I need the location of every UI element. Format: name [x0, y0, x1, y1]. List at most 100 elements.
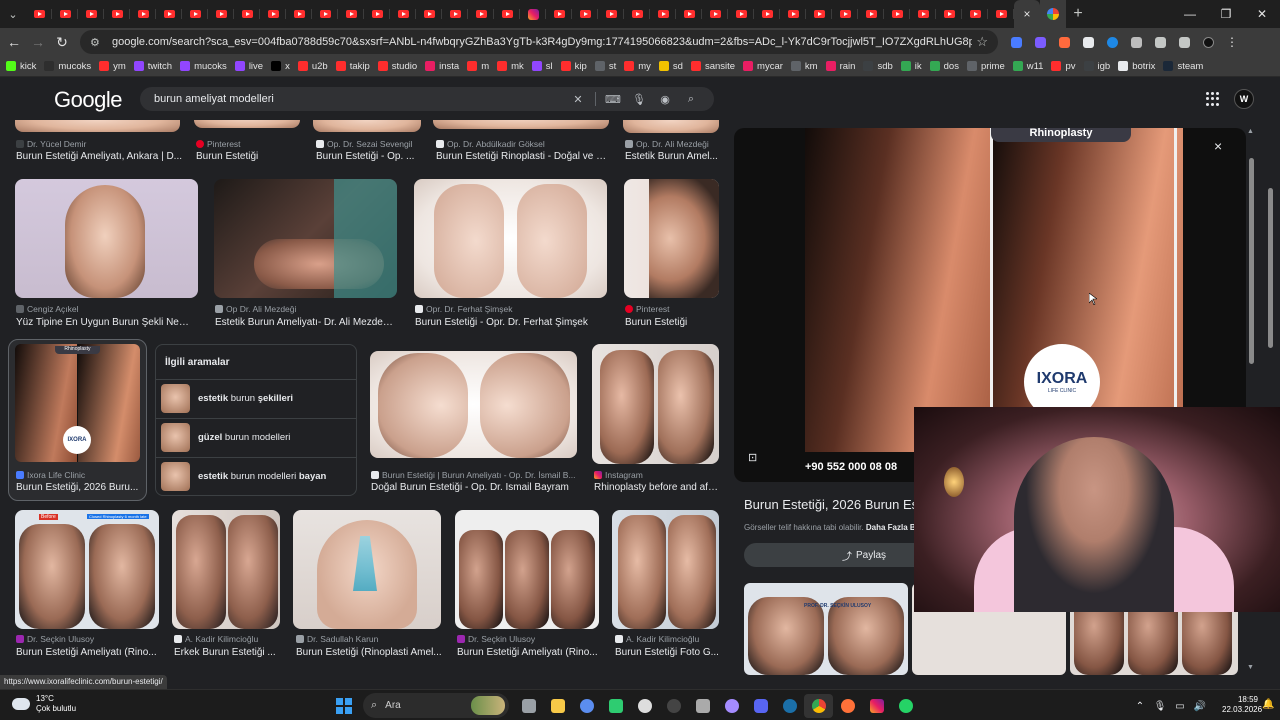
bookmark-item[interactable]: insta: [425, 61, 459, 72]
settings-icon[interactable]: [572, 694, 601, 718]
tab-youtube[interactable]: [884, 0, 910, 28]
related-item[interactable]: estetik burun modelleri bayan: [156, 457, 356, 495]
result-title[interactable]: Erkek Burun Estetiği ...: [174, 647, 282, 658]
image-thumbnail[interactable]: [15, 120, 180, 132]
bookmark-item[interactable]: prime: [966, 61, 1005, 72]
extension-icon[interactable]: [1124, 28, 1148, 56]
tab-youtube[interactable]: [910, 0, 936, 28]
tab-youtube[interactable]: [312, 0, 338, 28]
url-text[interactable]: google.com/search?sca_esv=004fba0788d59c…: [112, 36, 972, 48]
tab-youtube[interactable]: [780, 0, 806, 28]
result-source[interactable]: Dr. Sadullah Karun: [296, 634, 446, 644]
bookmark-item[interactable]: ik: [900, 61, 922, 72]
result-source[interactable]: Op. Dr. Sezai Sevengil: [316, 139, 424, 149]
bookmark-item[interactable]: mucoks: [180, 61, 227, 72]
close-tab-button[interactable]: ×: [1014, 0, 1040, 28]
search-query[interactable]: burun ameliyat modelleri: [154, 93, 274, 105]
result-source[interactable]: Op. Dr. Ali Mezdeği: [625, 139, 725, 149]
tab-youtube[interactable]: [208, 0, 234, 28]
app-icon[interactable]: [688, 694, 717, 718]
result-title[interactable]: Burun Estetiği Ameliyatı, Ankara | D...: [16, 151, 191, 162]
tab-youtube[interactable]: [624, 0, 650, 28]
file-explorer-icon[interactable]: [543, 694, 572, 718]
microphone-icon[interactable]: 🎙: [626, 93, 652, 106]
result-title[interactable]: Burun Estetiği: [625, 317, 725, 328]
lens-search-icon[interactable]: ⊡: [748, 451, 764, 467]
result-source[interactable]: Ixora Life Clinic: [16, 470, 144, 480]
volume-icon[interactable]: 🔊: [1190, 701, 1210, 712]
bookmark-item[interactable]: u2b: [297, 61, 328, 72]
result-title[interactable]: Burun Estetiği Foto G...: [615, 647, 720, 658]
bookmark-item[interactable]: w11: [1012, 61, 1043, 72]
bookmark-item[interactable]: igb: [1083, 61, 1110, 72]
search-input[interactable]: burun ameliyat modelleri ✕ ⌨ 🎙 ◉ ⌕: [140, 87, 714, 111]
bookmark-item[interactable]: x: [271, 61, 290, 72]
image-thumbnail[interactable]: [214, 179, 397, 298]
panel-title[interactable]: Burun Estetiği, 2026 Burun Estet: [744, 497, 933, 512]
bookmark-item[interactable]: twitch: [133, 61, 172, 72]
scrollbar-thumb[interactable]: [1268, 188, 1273, 348]
tab-youtube[interactable]: [754, 0, 780, 28]
tab-youtube[interactable]: [442, 0, 468, 28]
related-item[interactable]: güzel burun modelleri: [156, 418, 356, 456]
bookmark-item[interactable]: rain: [825, 61, 855, 72]
related-item[interactable]: estetik burun şekilleri: [156, 379, 356, 417]
reload-icon[interactable]: ↻: [50, 30, 74, 54]
site-info-icon[interactable]: ⚙: [90, 36, 106, 49]
scroll-up-icon[interactable]: ▲: [1247, 128, 1254, 135]
bookmark-item[interactable]: m: [467, 61, 489, 72]
image-thumbnail[interactable]: [612, 510, 719, 629]
apps-grid-icon[interactable]: [1206, 92, 1220, 106]
bookmark-item[interactable]: kick: [6, 61, 36, 72]
scroll-down-icon[interactable]: ▼: [1247, 664, 1254, 671]
chrome-icon[interactable]: [804, 694, 833, 718]
bookmark-item[interactable]: mucoks: [44, 61, 91, 72]
tab-google-active[interactable]: [1040, 0, 1066, 28]
tab-youtube[interactable]: [702, 0, 728, 28]
tab-youtube[interactable]: [26, 0, 52, 28]
tab-youtube[interactable]: [546, 0, 572, 28]
google-logo[interactable]: Google: [54, 87, 122, 113]
bookmark-item[interactable]: takip: [335, 61, 370, 72]
tab-youtube[interactable]: [858, 0, 884, 28]
tab-youtube[interactable]: [676, 0, 702, 28]
bookmark-item[interactable]: km: [790, 61, 818, 72]
keyboard-icon[interactable]: ⌨: [600, 93, 626, 106]
result-source[interactable]: Op. Dr. Abdülkadir Göksel: [436, 139, 616, 149]
tab-youtube[interactable]: [338, 0, 364, 28]
result-title[interactable]: Burun Estetiği (Rinoplasti Amel...: [296, 647, 442, 658]
bookmark-item[interactable]: pv: [1051, 61, 1076, 72]
minimize-icon[interactable]: —: [1172, 0, 1208, 28]
bookmark-item[interactable]: mycar: [743, 61, 783, 72]
bookmark-item[interactable]: kip: [560, 61, 587, 72]
tab-youtube[interactable]: [936, 0, 962, 28]
image-thumbnail[interactable]: [623, 120, 719, 133]
bookmark-item[interactable]: dos: [929, 61, 959, 72]
obs-icon[interactable]: [630, 694, 659, 718]
steam-icon[interactable]: [775, 694, 804, 718]
image-thumbnail[interactable]: [592, 344, 719, 464]
address-bar[interactable]: ⚙ google.com/search?sca_esv=004fba0788d5…: [80, 30, 998, 54]
image-thumbnail[interactable]: [624, 179, 719, 298]
tab-youtube[interactable]: [572, 0, 598, 28]
maximize-icon[interactable]: ❐: [1208, 0, 1244, 28]
image-thumbnail[interactable]: [293, 510, 441, 629]
image-thumbnail[interactable]: [15, 179, 198, 298]
extension-icon[interactable]: [1004, 28, 1028, 56]
chevron-up-icon[interactable]: ⌃: [1130, 701, 1150, 712]
result-title[interactable]: Burun Estetiği - Opr. Dr. Ferhat Şimşek: [415, 317, 610, 328]
result-title[interactable]: Doğal Burun Estetiği - Op. Dr. İsmail Ba…: [371, 482, 581, 493]
close-window-icon[interactable]: ✕: [1244, 0, 1280, 28]
result-source[interactable]: Cengiz Açıkel: [16, 304, 196, 314]
image-thumbnail[interactable]: [414, 179, 607, 298]
microphone-icon[interactable]: 🎙: [1150, 701, 1170, 712]
media-icon[interactable]: [1172, 28, 1196, 56]
preview-image[interactable]: Rhinoplasty IXORA LIFE CLINIC: [805, 128, 1183, 452]
result-title[interactable]: Burun Estetiği, 2026 Buru...: [16, 482, 142, 493]
tab-youtube[interactable]: [806, 0, 832, 28]
bookmark-star-icon[interactable]: ☆: [976, 34, 988, 50]
discord-icon[interactable]: [746, 694, 775, 718]
avatar[interactable]: W: [1234, 89, 1254, 109]
result-source[interactable]: Dr. Seçkin Ulusoy: [457, 634, 603, 644]
image-thumbnail[interactable]: [455, 510, 599, 629]
